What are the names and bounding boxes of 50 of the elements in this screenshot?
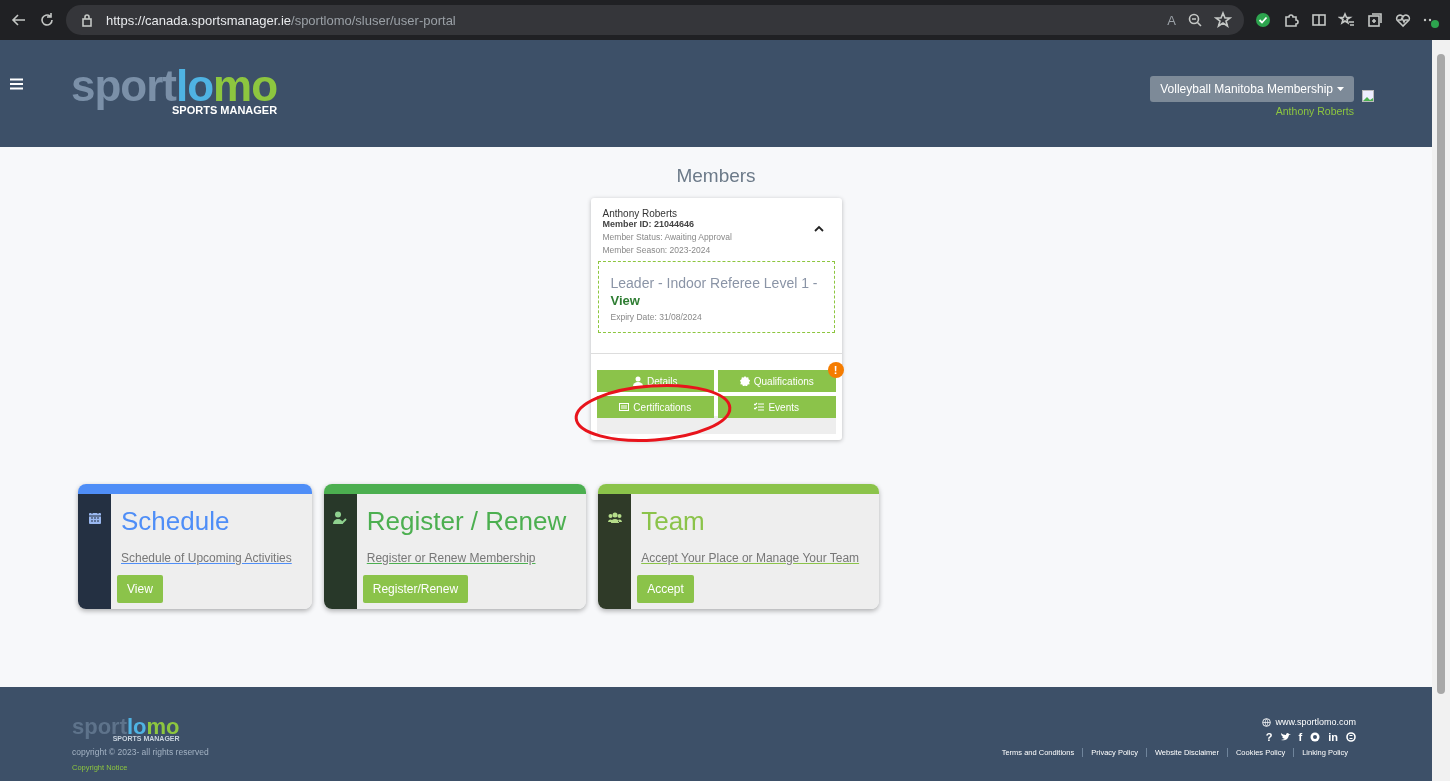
checklist-icon [754, 402, 765, 412]
seal-icon [739, 376, 750, 386]
logo: sportlomo [72, 717, 180, 737]
card-title: Schedule [121, 506, 231, 537]
puzzle-icon[interactable] [1282, 11, 1300, 29]
read-aloud-button[interactable]: A [1167, 12, 1176, 28]
address-bar[interactable]: https://canada.sportsmanager.ie/sportlomo/sluser/user-portal [106, 12, 456, 28]
card-link[interactable]: Schedule of Upcoming Activities [121, 551, 292, 565]
organisation-dropdown[interactable]: Volleyball Manitoba Membership [1150, 76, 1354, 102]
member-season: Member Season: 2023-2024 [602, 245, 712, 255]
id-card-icon [619, 402, 630, 412]
page-title: Members [676, 165, 756, 187]
collapse-icon[interactable] [813, 225, 824, 232]
scrollbar-thumb[interactable] [1437, 54, 1445, 694]
calendar-icon [87, 511, 102, 524]
card-link[interactable]: Accept Your Place or Manage Your Team [641, 551, 860, 565]
split-screen-icon[interactable] [1310, 11, 1328, 29]
reload-icon[interactable] [38, 11, 56, 29]
circle-logo-icon[interactable] [1310, 732, 1321, 742]
heart-icon[interactable] [1394, 11, 1412, 29]
user-name[interactable]: Anthony Roberts [1275, 105, 1354, 117]
member-id: Member ID: 21044646 [602, 219, 696, 229]
skype-icon[interactable] [1346, 732, 1356, 742]
card-title: Register / Renew [366, 506, 567, 537]
card-title: Team [641, 506, 706, 537]
alert-badge: ! [827, 362, 844, 378]
group-icon [607, 511, 622, 524]
website-link[interactable]: www.sportlomo.com [1275, 717, 1356, 727]
member-status: Member Status: Awaiting Approval [602, 232, 732, 242]
person-edit-icon [333, 511, 348, 524]
person-icon [632, 376, 643, 386]
collections-icon[interactable] [1366, 11, 1384, 29]
qualification-title: Leader - Indoor Referee Level 1 - [610, 275, 819, 291]
favorites-icon[interactable] [1338, 11, 1356, 29]
zoom-out-icon[interactable] [1186, 11, 1204, 29]
star-icon[interactable] [1214, 11, 1232, 29]
broken-image-icon [1362, 90, 1374, 102]
social-link[interactable]: ? [1265, 731, 1273, 743]
card-link[interactable]: Register or Renew Membership [366, 551, 567, 565]
caret-icon [1337, 87, 1344, 91]
social-link[interactable]: in [1328, 731, 1338, 743]
bird-icon[interactable] [1280, 732, 1291, 742]
check-icon[interactable] [1254, 11, 1272, 29]
view-link[interactable]: View [610, 293, 640, 308]
menu-icon[interactable] [10, 78, 23, 90]
globe-icon [1262, 717, 1272, 727]
social-link[interactable]: f [1298, 731, 1303, 743]
member-name: Anthony Roberts [602, 208, 678, 219]
copyright-text: copyright © 2023- all rights reserved [72, 747, 209, 757]
expiry-date: Expiry Date: 31/08/2024 [610, 312, 703, 322]
